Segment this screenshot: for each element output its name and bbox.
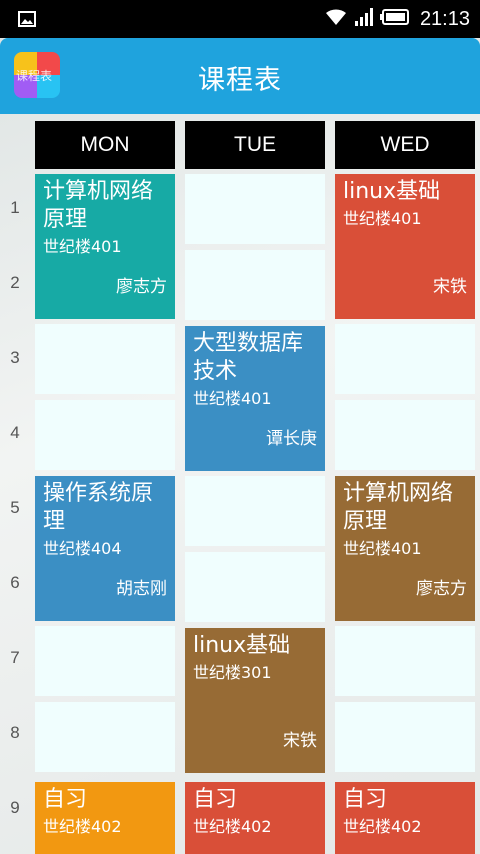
empty-cell-mon-4[interactable] bbox=[35, 400, 175, 470]
app-bar: 课程表 课程表 bbox=[0, 38, 480, 114]
course-teacher: 胡志刚 bbox=[116, 579, 167, 599]
course-room: 世纪楼402 bbox=[43, 817, 122, 836]
period-number: 9 bbox=[10, 798, 20, 817]
course-name: 计算机网络原理 bbox=[343, 481, 454, 534]
course-teacher: 宋铁 bbox=[433, 277, 467, 297]
course-name: linux基础 bbox=[343, 179, 441, 204]
empty-cell-mon-8[interactable] bbox=[35, 702, 175, 772]
course-block-tue-3[interactable]: 大型数据库技术 世纪楼401 谭长庚 bbox=[185, 326, 325, 471]
course-block-mon-5[interactable]: 操作系统原理 世纪楼404 胡志刚 bbox=[35, 476, 175, 621]
course-room: 世纪楼401 bbox=[343, 209, 422, 228]
course-block-wed-1[interactable]: linux基础 世纪楼401 宋铁 bbox=[335, 174, 475, 319]
course-block-tue-7[interactable]: linux基础 世纪楼301 宋铁 bbox=[185, 628, 325, 773]
course-teacher: 廖志方 bbox=[416, 579, 467, 599]
period-number: 8 bbox=[10, 723, 20, 742]
course-room: 世纪楼402 bbox=[193, 817, 272, 836]
course-room: 世纪楼401 bbox=[343, 539, 422, 558]
course-name: 大型数据库技术 bbox=[193, 331, 304, 384]
period-number: 4 bbox=[10, 423, 20, 442]
page-title: 课程表 bbox=[198, 65, 282, 96]
course-room: 世纪楼404 bbox=[43, 539, 122, 558]
day-header-mon: MON bbox=[35, 121, 175, 169]
course-block-wed-9[interactable]: 自习 世纪楼402 bbox=[335, 782, 475, 854]
wifi-icon bbox=[324, 7, 348, 31]
course-room: 世纪楼401 bbox=[193, 389, 272, 408]
period-number: 5 bbox=[10, 498, 20, 517]
course-name: 计算机网络原理 bbox=[43, 179, 154, 232]
empty-cell-mon-3[interactable] bbox=[35, 324, 175, 394]
empty-cell-tue-6[interactable] bbox=[185, 552, 325, 622]
course-room: 世纪楼402 bbox=[343, 817, 422, 836]
course-block-mon-9[interactable]: 自习 世纪楼402 bbox=[35, 782, 175, 854]
course-room: 世纪楼401 bbox=[43, 237, 122, 256]
course-block-wed-5[interactable]: 计算机网络原理 世纪楼401 廖志方 bbox=[335, 476, 475, 621]
course-block-mon-1[interactable]: 计算机网络原理 世纪楼401 廖志方 bbox=[35, 174, 175, 319]
empty-cell-wed-3[interactable] bbox=[335, 324, 475, 394]
course-name: linux基础 bbox=[193, 633, 291, 658]
course-teacher: 廖志方 bbox=[116, 277, 167, 297]
day-header-wed: WED bbox=[335, 121, 475, 169]
course-teacher: 谭长庚 bbox=[266, 429, 317, 449]
empty-cell-tue-2[interactable] bbox=[185, 250, 325, 320]
course-room: 世纪楼301 bbox=[193, 663, 272, 682]
clock: 21:13 bbox=[419, 7, 470, 30]
day-header-tue: TUE bbox=[185, 121, 325, 169]
period-number: 1 bbox=[10, 198, 20, 217]
battery-icon bbox=[379, 8, 410, 30]
period-number: 3 bbox=[10, 348, 20, 367]
empty-cell-wed-4[interactable] bbox=[335, 400, 475, 470]
empty-cell-tue-5[interactable] bbox=[185, 476, 325, 546]
empty-cell-tue-1[interactable] bbox=[185, 174, 325, 244]
status-bar: 21:13 bbox=[0, 0, 480, 38]
course-name: 自习 bbox=[343, 787, 388, 812]
signal-icon bbox=[354, 7, 374, 31]
course-block-tue-9[interactable]: 自习 世纪楼402 bbox=[185, 782, 325, 854]
image-icon bbox=[18, 11, 36, 31]
empty-cell-wed-7[interactable] bbox=[335, 626, 475, 696]
course-teacher: 宋铁 bbox=[283, 731, 317, 751]
period-number: 6 bbox=[10, 573, 20, 592]
course-name: 自习 bbox=[43, 787, 88, 812]
empty-cell-wed-8[interactable] bbox=[335, 702, 475, 772]
course-name: 自习 bbox=[193, 787, 238, 812]
period-number: 2 bbox=[10, 273, 20, 292]
period-number: 7 bbox=[10, 648, 20, 667]
empty-cell-mon-7[interactable] bbox=[35, 626, 175, 696]
course-name: 操作系统原理 bbox=[43, 481, 154, 534]
